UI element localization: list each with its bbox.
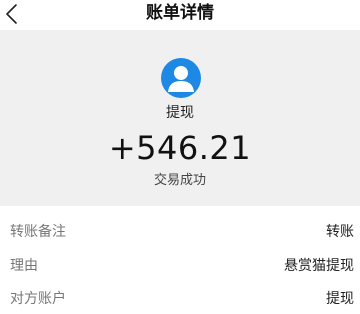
detail-row-reason: 理由 悬赏猫提现 [0, 249, 360, 281]
user-avatar-icon [161, 58, 201, 98]
transaction-amount: +546.21 [108, 129, 252, 167]
detail-value: 悬赏猫提现 [284, 258, 354, 274]
detail-value: 转账 [326, 224, 354, 240]
detail-label: 对方账户 [10, 291, 66, 307]
detail-row-counterparty: 对方账户 提现 [0, 282, 360, 314]
page-title: 账单详情 [146, 3, 214, 23]
payee-name: 提现 [166, 105, 194, 121]
transaction-status: 交易成功 [153, 173, 206, 188]
detail-row-remark: 转账备注 转账 [0, 215, 360, 247]
detail-label: 理由 [10, 258, 38, 274]
detail-label: 转账备注 [10, 224, 66, 240]
top-bar: 账单详情 [0, 0, 360, 30]
detail-value: 提现 [326, 291, 354, 307]
